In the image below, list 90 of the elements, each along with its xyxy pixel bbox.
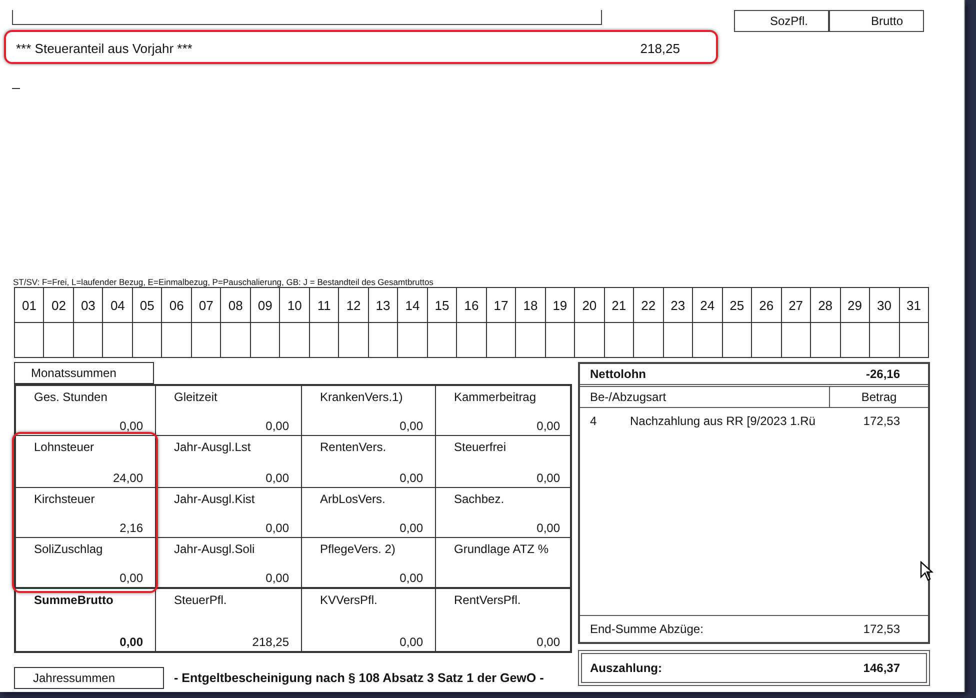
day-number: 20 — [575, 288, 605, 323]
field-label: KrankenVers.1) — [320, 390, 404, 404]
day-number: 25 — [722, 288, 752, 323]
day-number: 23 — [664, 288, 694, 323]
day-number: 09 — [250, 288, 280, 323]
day-number: 24 — [693, 288, 723, 323]
day-number: 11 — [310, 288, 340, 323]
day-number: 29 — [840, 288, 870, 323]
column-header: Betrag — [860, 389, 898, 406]
field-label: ArbLosVers. — [320, 492, 386, 506]
field-value: 0,00 — [536, 419, 560, 433]
day-number: 15 — [428, 288, 458, 323]
total-label: End-Summe Abzüge: — [590, 622, 704, 636]
section-title: Monatssummen — [14, 362, 154, 384]
day-number: 03 — [74, 288, 104, 323]
net-pay-value: -26,16 — [866, 367, 900, 381]
day-number: 01 — [15, 288, 44, 323]
field-value: 0,00 — [400, 419, 423, 433]
field-value: 0,00 — [266, 571, 289, 585]
item-amount: 172,53 — [863, 414, 900, 428]
day-number: 10 — [280, 288, 310, 323]
net-pay-label: Nettolohn — [590, 367, 646, 381]
day-number: 05 — [132, 288, 162, 323]
field-label: SteuerPfl. — [174, 593, 228, 607]
day-number: 13 — [368, 288, 398, 323]
section-title: Jahressummen — [14, 667, 164, 689]
day-number: 31 — [900, 288, 929, 323]
field-value: 0,00 — [400, 521, 423, 535]
field-label: Kammerbeitrag — [454, 390, 538, 404]
field-value: 0,00 — [120, 419, 143, 433]
day-number: 30 — [870, 288, 900, 323]
payout-value: 146,37 — [863, 661, 900, 675]
day-number: 16 — [457, 288, 487, 323]
legend-text: ST/SV: F=Frei, L=laufender Bezug, E=Einmalbezug, P=Pauschalierung, GB: J = Bestandteil des Gesamtbruttos — [12, 277, 434, 287]
field-label: KVVersPfl. — [320, 593, 378, 607]
day-number: 07 — [192, 288, 222, 323]
day-number: 27 — [782, 288, 812, 323]
field-label: Jahr-Ausgl.Kist — [174, 492, 256, 506]
certificate-note: - Entgeltbescheinigung nach § 108 Absatz 3 Satz 1 der GewO - — [174, 671, 544, 685]
column-header: Be-/Abzugsart — [580, 387, 830, 407]
field-value: 24,00 — [112, 471, 143, 485]
field-value: 0,00 — [536, 635, 560, 649]
field-label: Grundlage ATZ % — [454, 542, 550, 556]
mouse-pointer-icon — [920, 561, 934, 581]
field-label: SoliZuschlag — [34, 542, 104, 556]
total-value: 172,53 — [863, 622, 900, 636]
field-value: 0,00 — [120, 635, 143, 649]
field-value: 0,00 — [536, 471, 560, 485]
day-number: 08 — [221, 288, 251, 323]
field-value: 0,00 — [120, 571, 143, 585]
day-number: 04 — [103, 288, 133, 323]
field-label: Lohnsteuer — [34, 440, 96, 454]
column-header: Brutto — [829, 10, 924, 32]
field-value: 2,16 — [120, 521, 143, 535]
field-value: 0,00 — [536, 521, 560, 535]
field-value: 0,00 — [266, 521, 289, 535]
day-number: 14 — [398, 288, 428, 323]
day-number: 21 — [604, 288, 634, 323]
item-text: Nachzahlung aus RR [9/2023 1.Rü — [630, 414, 816, 428]
item-number: 4 — [590, 414, 598, 428]
field-label: Gleitzeit — [174, 390, 218, 404]
payout-label: Auszahlung: — [590, 661, 662, 675]
day-number: 17 — [486, 288, 516, 323]
line-text: *** Steueranteil aus Vorjahr *** — [16, 40, 192, 56]
day-number: 02 — [44, 288, 74, 323]
field-value: 0,00 — [400, 635, 423, 649]
field-label: RentenVers. — [320, 440, 388, 454]
day-number: 06 — [162, 288, 192, 323]
day-number: 18 — [516, 288, 546, 323]
field-value: 0,00 — [400, 471, 423, 485]
field-label: Jahr-Ausgl.Lst — [174, 440, 252, 454]
field-label: Steuerfrei — [454, 440, 508, 454]
line-amount: 218,25 — [640, 40, 680, 56]
field-value: 218,25 — [252, 635, 289, 649]
field-value: 0,00 — [400, 571, 423, 585]
field-label: Sachbez. — [454, 492, 506, 506]
field-label: Ges. Stunden — [34, 390, 108, 404]
day-number: 22 — [634, 288, 664, 323]
day-number: 12 — [339, 288, 369, 323]
field-label: RentVersPfl. — [454, 593, 522, 607]
day-number: 19 — [546, 288, 576, 323]
column-header: SozPfl. — [734, 10, 829, 32]
day-number: 26 — [752, 288, 782, 323]
field-label: Kirchsteuer — [34, 492, 96, 506]
field-label: SummeBrutto — [34, 593, 114, 607]
field-value: 0,00 — [266, 471, 289, 485]
day-number: 28 — [811, 288, 841, 323]
field-value: 0,00 — [266, 419, 289, 433]
field-label: PflegeVers. 2) — [320, 542, 396, 556]
field-label: Jahr-Ausgl.Soli — [174, 542, 256, 556]
